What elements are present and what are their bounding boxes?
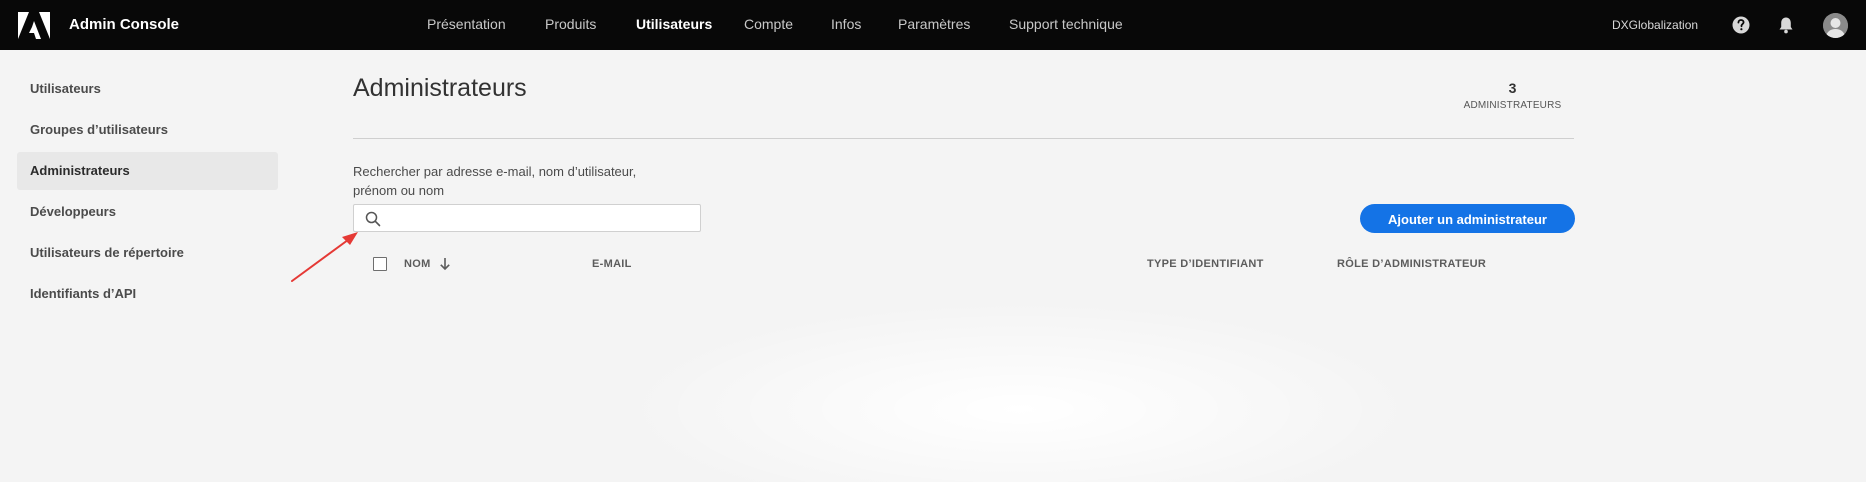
sidebar-item-developers[interactable]: Développeurs <box>17 193 278 231</box>
nav-support[interactable]: Support technique <box>1009 16 1123 32</box>
sidebar-item-label: Identifiants d’API <box>30 286 137 301</box>
nav-users[interactable]: Utilisateurs <box>636 16 712 32</box>
annotation-arrow-icon <box>291 232 358 282</box>
adobe-logo-icon[interactable] <box>18 12 50 39</box>
sidebar-item-label: Développeurs <box>30 204 116 219</box>
column-header-admin-role[interactable]: RÔLE D’ADMINISTRATEUR <box>1337 258 1486 270</box>
select-all-checkbox[interactable] <box>373 257 387 271</box>
sidebar: Utilisateurs Groupes d’utilisateurs Admi… <box>17 70 278 316</box>
search-input[interactable] <box>388 208 692 230</box>
sidebar-item-users[interactable]: Utilisateurs <box>17 70 278 108</box>
sidebar-item-directory-users[interactable]: Utilisateurs de répertoire <box>17 234 278 272</box>
search-icon <box>365 211 381 227</box>
search-label: Rechercher par adresse e-mail, nom d’uti… <box>353 164 637 198</box>
bell-icon[interactable] <box>1776 15 1796 35</box>
nav-settings[interactable]: Paramètres <box>898 16 970 32</box>
org-switcher[interactable]: DXGlobalization <box>1612 18 1698 32</box>
help-icon[interactable] <box>1731 15 1751 35</box>
sidebar-item-api-credentials[interactable]: Identifiants d’API <box>17 275 278 313</box>
column-header-id-type[interactable]: TYPE D’IDENTIFIANT <box>1147 258 1264 270</box>
nav-presentation[interactable]: Présentation <box>427 16 506 32</box>
admin-count-value: 3 <box>1508 80 1517 96</box>
admin-count: 3 ADMINISTRATEURS <box>1440 80 1585 111</box>
admin-count-label: ADMINISTRATEURS <box>1463 100 1562 111</box>
column-header-name[interactable]: NOM <box>404 258 431 270</box>
sidebar-item-label: Groupes d’utilisateurs <box>30 122 168 137</box>
nav-account[interactable]: Compte <box>744 16 793 32</box>
search-field[interactable] <box>353 204 701 232</box>
sidebar-item-administrators[interactable]: Administrateurs <box>17 152 278 190</box>
column-header-email[interactable]: E-MAIL <box>592 258 632 270</box>
avatar[interactable] <box>1823 13 1848 38</box>
user-avatar-icon <box>1823 13 1848 38</box>
table-header: NOM E-MAIL TYPE D’IDENTIFIANT RÔLE D’ADM… <box>353 255 1574 275</box>
sidebar-item-label: Administrateurs <box>30 163 130 178</box>
page-title: Administrateurs <box>353 74 527 102</box>
add-administrator-button[interactable]: Ajouter un administrateur <box>1360 204 1575 233</box>
nav-products[interactable]: Produits <box>545 16 596 32</box>
background-watermark <box>620 300 1420 482</box>
nav-infos[interactable]: Infos <box>831 16 861 32</box>
sidebar-item-user-groups[interactable]: Groupes d’utilisateurs <box>17 111 278 149</box>
app-title[interactable]: Admin Console <box>69 16 179 33</box>
top-bar: Admin Console Présentation Produits Util… <box>0 0 1866 50</box>
sort-down-arrow-icon[interactable] <box>439 257 451 271</box>
sidebar-item-label: Utilisateurs <box>30 81 101 96</box>
divider <box>353 138 1574 139</box>
sidebar-item-label: Utilisateurs de répertoire <box>30 245 184 260</box>
